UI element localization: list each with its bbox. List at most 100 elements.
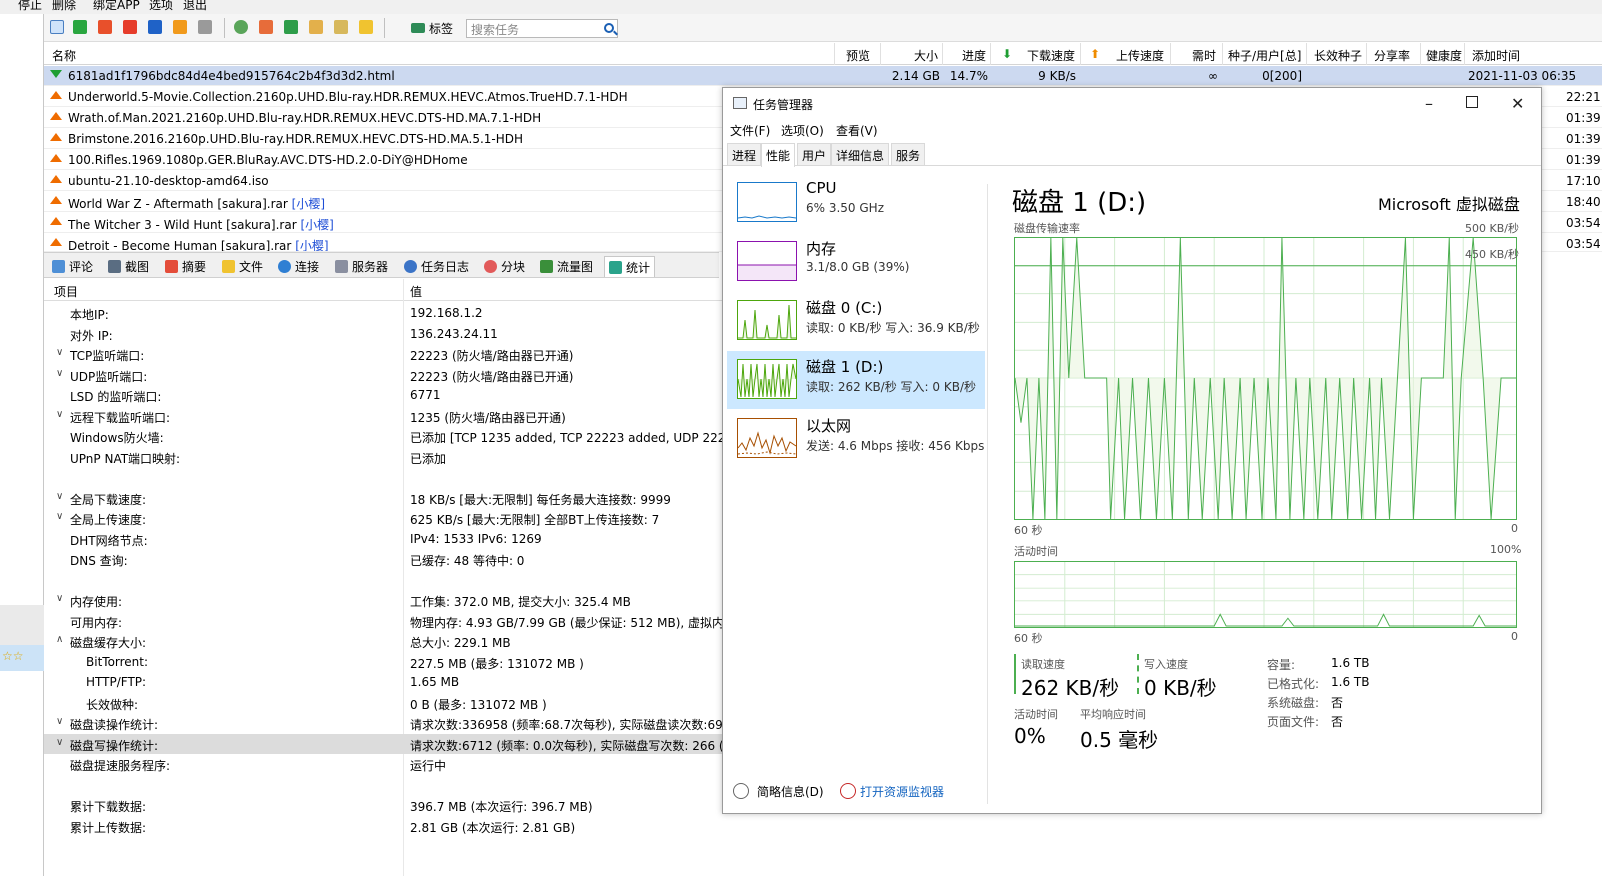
- col-eta[interactable]: 需时: [1192, 47, 1216, 64]
- stats-row[interactable]: 长效做种: 0 B (最多: 131072 MB ): [44, 693, 722, 713]
- col-seeds-peers[interactable]: 种子/用户[总]: [1228, 47, 1301, 64]
- tab-servers[interactable]: 服务器: [331, 256, 392, 277]
- maximize-icon[interactable]: [1466, 96, 1478, 108]
- col-size[interactable]: 大小: [914, 47, 938, 64]
- menu-exit[interactable]: 退出: [183, 0, 207, 13]
- tm-tab-details[interactable]: 详细信息: [831, 143, 890, 165]
- upload-icon[interactable]: [98, 20, 112, 34]
- tab-task-log[interactable]: 任务日志: [400, 256, 473, 277]
- stats-row[interactable]: ∨ 全局下载速度: 18 KB/s [最大:无限制] 每任务最大连接数: 9999: [44, 488, 722, 508]
- stats-row[interactable]: 磁盘提速服务程序: 运行中: [44, 754, 722, 774]
- stats-row[interactable]: 本地IP: 192.168.1.2: [44, 303, 722, 323]
- perf-item-disk1[interactable]: 磁盘 1 (D:) 读取: 262 KB/秒 写入: 0 KB/秒: [727, 351, 985, 409]
- col-health[interactable]: 健康度: [1426, 47, 1462, 64]
- import-icon[interactable]: [284, 20, 298, 34]
- col-up-speed[interactable]: 上传速度: [1116, 47, 1164, 64]
- settings-icon[interactable]: [334, 20, 348, 34]
- chevron-up-icon[interactable]: [733, 783, 749, 799]
- tm-tab-services[interactable]: 服务: [891, 143, 926, 165]
- col-preview[interactable]: 预览: [846, 47, 870, 64]
- stats-col-value[interactable]: 值: [410, 283, 422, 300]
- search-input[interactable]: 搜索任务: [466, 19, 618, 38]
- expand-chevron-icon[interactable]: ∨: [56, 593, 63, 604]
- tab-statistics[interactable]: 统计: [604, 256, 656, 277]
- stats-row[interactable]: ∨ TCP监听端口: 22223 (防火墙/路由器已开通): [44, 344, 722, 364]
- tag-button[interactable]: 标签: [411, 19, 453, 37]
- tab-summary[interactable]: 摘要: [161, 256, 210, 277]
- task-row[interactable]: 6181ad1f1796bdc84d4e4bed915764c2b4f3d3d2…: [44, 66, 1602, 86]
- check-icon[interactable]: [123, 20, 137, 34]
- new-task-icon[interactable]: [50, 20, 64, 34]
- stats-row[interactable]: DNS 查询: 已缓存: 48 等待中: 0: [44, 549, 722, 569]
- tab-screenshots[interactable]: 截图: [104, 256, 153, 277]
- window-titlebar[interactable]: 任务管理器 – ✕: [723, 88, 1541, 118]
- stats-row[interactable]: [44, 775, 722, 795]
- col-down-speed[interactable]: 下载速度: [1027, 47, 1075, 64]
- stats-col-item[interactable]: 项目: [54, 283, 78, 300]
- minimize-icon[interactable]: –: [1425, 94, 1433, 113]
- stats-row[interactable]: ∨ 磁盘写操作统计: 请求次数:6712 (频率: 0.0次每秒), 实际磁盘写次数…: [44, 733, 722, 754]
- close-icon[interactable]: ✕: [1511, 94, 1524, 113]
- stats-row[interactable]: 累计上传数据: 2.81 GB (本次运行: 2.81 GB): [44, 816, 722, 836]
- expand-chevron-icon[interactable]: ∨: [56, 368, 63, 379]
- tab-connections[interactable]: 连接: [274, 256, 323, 277]
- stats-row[interactable]: HTTP/FTP: 1.65 MB: [44, 672, 722, 692]
- refresh-icon[interactable]: [234, 20, 248, 34]
- col-long-seed[interactable]: 长效种子: [1314, 47, 1362, 64]
- stats-row[interactable]: DHT网络节点: IPv4: 1533 IPv6: 1269: [44, 529, 722, 549]
- tm-tab-users[interactable]: 用户: [797, 143, 832, 165]
- stats-row[interactable]: ∨ 全局上传速度: 625 KB/s [最大:无限制] 全部BT上传连接数: 7: [44, 508, 722, 528]
- perf-item-cpu[interactable]: CPU 6% 3.50 GHz: [727, 174, 985, 232]
- expand-chevron-icon[interactable]: ∨: [56, 347, 63, 358]
- sort-icon[interactable]: [198, 20, 212, 34]
- menu-options[interactable]: 选项: [149, 0, 173, 13]
- stats-row[interactable]: ∧ 磁盘缓存大小: 总大小: 229.1 MB: [44, 631, 722, 651]
- task-tag[interactable]: [小樱]: [300, 218, 333, 232]
- folder-icon[interactable]: [359, 20, 373, 34]
- tm-menu-options[interactable]: 选项(O): [781, 122, 824, 139]
- tm-menu-view[interactable]: 查看(V): [836, 122, 878, 139]
- col-progress[interactable]: 进度: [962, 47, 986, 64]
- stats-row[interactable]: ∨ UDP监听端口: 22223 (防火墙/路由器已开通): [44, 365, 722, 385]
- perf-item-disk0[interactable]: 磁盘 0 (C:) 读取: 0 KB/秒 写入: 36.9 KB/秒: [727, 292, 985, 350]
- left-panel-selected[interactable]: ☆☆: [0, 645, 44, 671]
- tab-files[interactable]: 文件: [218, 256, 267, 277]
- stats-row[interactable]: ∨ 磁盘读操作统计: 请求次数:336958 (频率:68.7次每秒), 实际磁盘读…: [44, 713, 722, 733]
- move-icon[interactable]: [148, 20, 162, 34]
- stats-row[interactable]: [44, 570, 722, 590]
- perf-item-memory[interactable]: 内存 3.1/8.0 GB (39%): [727, 233, 985, 291]
- menu-delete[interactable]: 删除: [52, 0, 76, 13]
- stats-row[interactable]: UPnP NAT端口映射: 已添加: [44, 447, 722, 467]
- col-ratio[interactable]: 分享率: [1374, 47, 1410, 64]
- task-tag[interactable]: [小樱]: [295, 239, 328, 251]
- brief-info-button[interactable]: 简略信息(D): [757, 783, 824, 800]
- stop-icon[interactable]: [259, 20, 273, 34]
- download-icon[interactable]: [73, 20, 87, 34]
- tm-tab-performance[interactable]: 性能: [761, 143, 796, 167]
- expand-chevron-icon[interactable]: ∨: [56, 737, 63, 748]
- tab-pieces[interactable]: 分块: [480, 256, 529, 277]
- task-tag[interactable]: [小樱]: [292, 197, 325, 211]
- expand-chevron-icon[interactable]: ∨: [56, 491, 63, 502]
- tm-menu-file[interactable]: 文件(F): [730, 122, 770, 139]
- open-resource-monitor-link[interactable]: 打开资源监视器: [860, 783, 944, 800]
- expand-chevron-icon[interactable]: ∧: [56, 634, 63, 645]
- stats-row[interactable]: ∨ 内存使用: 工作集: 372.0 MB, 提交大小: 325.4 MB: [44, 590, 722, 610]
- stats-row[interactable]: ∨ 远程下载监听端口: 1235 (防火墙/路由器已开通): [44, 406, 722, 426]
- stats-row[interactable]: [44, 467, 722, 487]
- tab-traffic-graph[interactable]: 流量图: [536, 256, 597, 277]
- expand-chevron-icon[interactable]: ∨: [56, 716, 63, 727]
- expand-chevron-icon[interactable]: ∨: [56, 511, 63, 522]
- expand-chevron-icon[interactable]: ∨: [56, 409, 63, 420]
- up-down-icon[interactable]: [173, 20, 187, 34]
- tab-comments[interactable]: 评论: [48, 256, 97, 277]
- col-name[interactable]: 名称: [52, 47, 76, 64]
- stats-row[interactable]: Windows防火墙: 已添加 [TCP 1235 added, TCP 2222…: [44, 426, 722, 446]
- stats-row[interactable]: 累计下载数据: 396.7 MB (本次运行: 396.7 MB): [44, 795, 722, 815]
- stats-row[interactable]: LSD 的监听端口: 6771: [44, 385, 722, 405]
- perf-item-ethernet[interactable]: 以太网 发送: 4.6 Mbps 接收: 456 Kbps: [727, 410, 985, 468]
- col-added-time[interactable]: 添加时间: [1472, 47, 1520, 64]
- menu-stop[interactable]: 停止: [18, 0, 42, 13]
- search-icon[interactable]: [604, 23, 614, 33]
- tm-tab-processes[interactable]: 进程: [727, 143, 762, 165]
